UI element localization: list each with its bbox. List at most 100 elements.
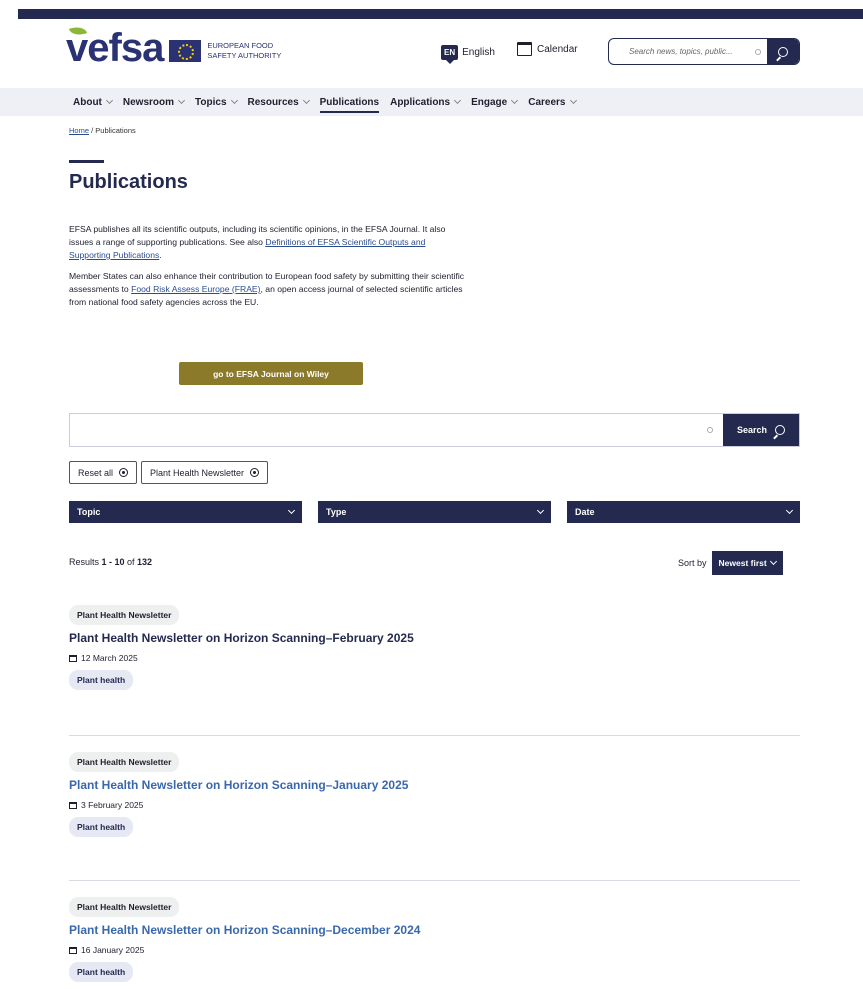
nav-careers[interactable]: Careers <box>528 88 577 116</box>
chevron-down-icon <box>511 96 519 105</box>
logo-text-line2: SAFETY AUTHORITY <box>207 51 282 60</box>
chevron-down-icon <box>569 96 577 105</box>
chip-label: Reset all <box>78 467 114 478</box>
publication-type-tag: Plant Health Newsletter <box>69 605 180 625</box>
search-icon <box>778 46 788 57</box>
date-text: 12 March 2025 <box>81 653 138 663</box>
nav-label: Engage <box>471 96 508 108</box>
intro-text: EFSA publishes all its scientific output… <box>69 223 469 317</box>
nav-label: Topics <box>195 96 227 108</box>
efsa-logo[interactable]: v efsa EUROPEAN FOOD SAFETY AUTHORITY <box>66 23 281 70</box>
divider <box>69 735 800 736</box>
type-filter-dropdown[interactable]: Type <box>318 501 551 523</box>
chevron-down-icon <box>177 96 186 105</box>
calendar-icon <box>69 946 77 954</box>
topic-filter-dropdown[interactable]: Topic <box>69 501 302 523</box>
chevron-down-icon <box>230 96 238 105</box>
header-search-button[interactable] <box>767 39 799 64</box>
logo-subtitle: EUROPEAN FOOD SAFETY AUTHORITY <box>207 41 281 61</box>
nav-label: About <box>73 96 102 108</box>
intro-paragraph-1: EFSA publishes all its scientific output… <box>69 223 469 262</box>
list-item: Plant Health Newsletter Plant Health New… <box>69 752 800 837</box>
remove-icon <box>250 468 260 477</box>
nav-resources[interactable]: Resources <box>247 88 310 116</box>
topic-tag[interactable]: Plant health <box>69 962 134 982</box>
topic-tag[interactable]: Plant health <box>69 670 134 690</box>
active-filters: Reset all Plant Health Newsletter <box>69 461 269 484</box>
nav-label: Publications <box>319 96 380 108</box>
header-search-input[interactable]: Search news, topics, public... <box>609 47 755 56</box>
filter-chip-plant-health-newsletter[interactable]: Plant Health Newsletter <box>141 461 269 484</box>
filter-bar: Topic Type Date <box>69 501 800 523</box>
site-header: v efsa EUROPEAN FOOD SAFETY AUTHORITY EN … <box>0 19 863 87</box>
sort-value: Newest first <box>718 558 767 568</box>
date-text: 3 February 2025 <box>81 800 144 810</box>
logo-text-line1: EUROPEAN FOOD <box>207 41 274 50</box>
filter-label: Type <box>326 507 347 517</box>
intro-text-span: . <box>159 250 162 260</box>
calendar-label: Calendar <box>537 43 578 55</box>
language-selector[interactable]: EN English <box>441 45 495 64</box>
filter-label: Topic <box>77 507 101 517</box>
publication-title-link[interactable]: Plant Health Newsletter on Horizon Scann… <box>69 923 800 937</box>
calendar-link[interactable]: Calendar <box>517 42 578 56</box>
breadcrumb-home-link[interactable]: Home <box>69 126 89 135</box>
search-button-label: Search <box>736 425 768 435</box>
chevron-down-icon <box>287 506 296 515</box>
breadcrumb-separator: / <box>91 126 94 135</box>
leaf-icon: v <box>66 23 88 68</box>
sort-label: Sort by <box>678 558 707 568</box>
page-title: Publications <box>69 171 188 193</box>
chevron-down-icon <box>454 96 462 105</box>
chevron-down-icon <box>769 557 777 566</box>
list-item: Plant Health Newsletter Plant Health New… <box>69 897 800 982</box>
clear-icon[interactable] <box>707 427 713 433</box>
nav-label: Resources <box>247 96 299 108</box>
chevron-down-icon <box>105 96 113 105</box>
clear-icon[interactable] <box>755 48 761 55</box>
calendar-icon <box>69 654 77 662</box>
efsa-journal-wiley-button[interactable]: go to EFSA Journal on Wiley <box>179 362 363 385</box>
title-accent <box>69 160 104 163</box>
nav-label: Applications <box>390 96 451 108</box>
logo-word: efsa <box>87 26 164 70</box>
publication-date: 12 March 2025 <box>69 653 800 663</box>
nav-applications[interactable]: Applications <box>390 88 462 116</box>
nav-publications[interactable]: Publications <box>319 88 380 116</box>
chevron-down-icon <box>785 506 794 515</box>
remove-icon <box>119 468 129 477</box>
language-badge-icon: EN <box>441 45 459 64</box>
list-item: Plant Health Newsletter Plant Health New… <box>69 605 800 690</box>
language-label: English <box>462 47 495 58</box>
publication-type-tag: Plant Health Newsletter <box>69 897 180 917</box>
nav-engage[interactable]: Engage <box>471 88 519 116</box>
divider <box>69 880 800 881</box>
publications-search: Search <box>69 413 800 447</box>
frae-link[interactable]: Food Risk Assess Europe (FRAE) <box>131 284 260 294</box>
publication-title-link[interactable]: Plant Health Newsletter on Horizon Scann… <box>69 631 800 645</box>
nav-about[interactable]: About <box>73 88 113 116</box>
nav-topics[interactable]: Topics <box>195 88 238 116</box>
date-filter-dropdown[interactable]: Date <box>567 501 800 523</box>
search-button[interactable]: Search <box>723 414 799 446</box>
nav-newsroom[interactable]: Newsroom <box>122 88 186 116</box>
results-count: Results 1 - 10 of 132 <box>69 557 152 567</box>
logo-wordmark: v efsa <box>66 23 164 70</box>
results-range: 1 - 10 <box>101 557 125 567</box>
publication-title-link[interactable]: Plant Health Newsletter on Horizon Scann… <box>69 778 800 792</box>
sort-dropdown[interactable]: Newest first <box>711 551 783 575</box>
top-accent-bar <box>18 9 863 19</box>
header-search: Search news, topics, public... <box>608 38 800 65</box>
breadcrumb-current: Publications <box>95 126 136 135</box>
results-total: 132 <box>137 557 153 567</box>
publications-search-input[interactable] <box>70 414 707 446</box>
topic-tag[interactable]: Plant health <box>69 817 134 837</box>
date-text: 16 January 2025 <box>81 945 145 955</box>
nav-label: Careers <box>528 96 566 108</box>
nav-label: Newsroom <box>122 96 175 108</box>
calendar-icon <box>69 801 77 809</box>
reset-all-chip[interactable]: Reset all <box>69 461 138 484</box>
chevron-down-icon <box>302 96 310 105</box>
main-nav: About Newsroom Topics Resources Publicat… <box>0 88 863 116</box>
sort-control: Sort by Newest first <box>678 551 783 575</box>
